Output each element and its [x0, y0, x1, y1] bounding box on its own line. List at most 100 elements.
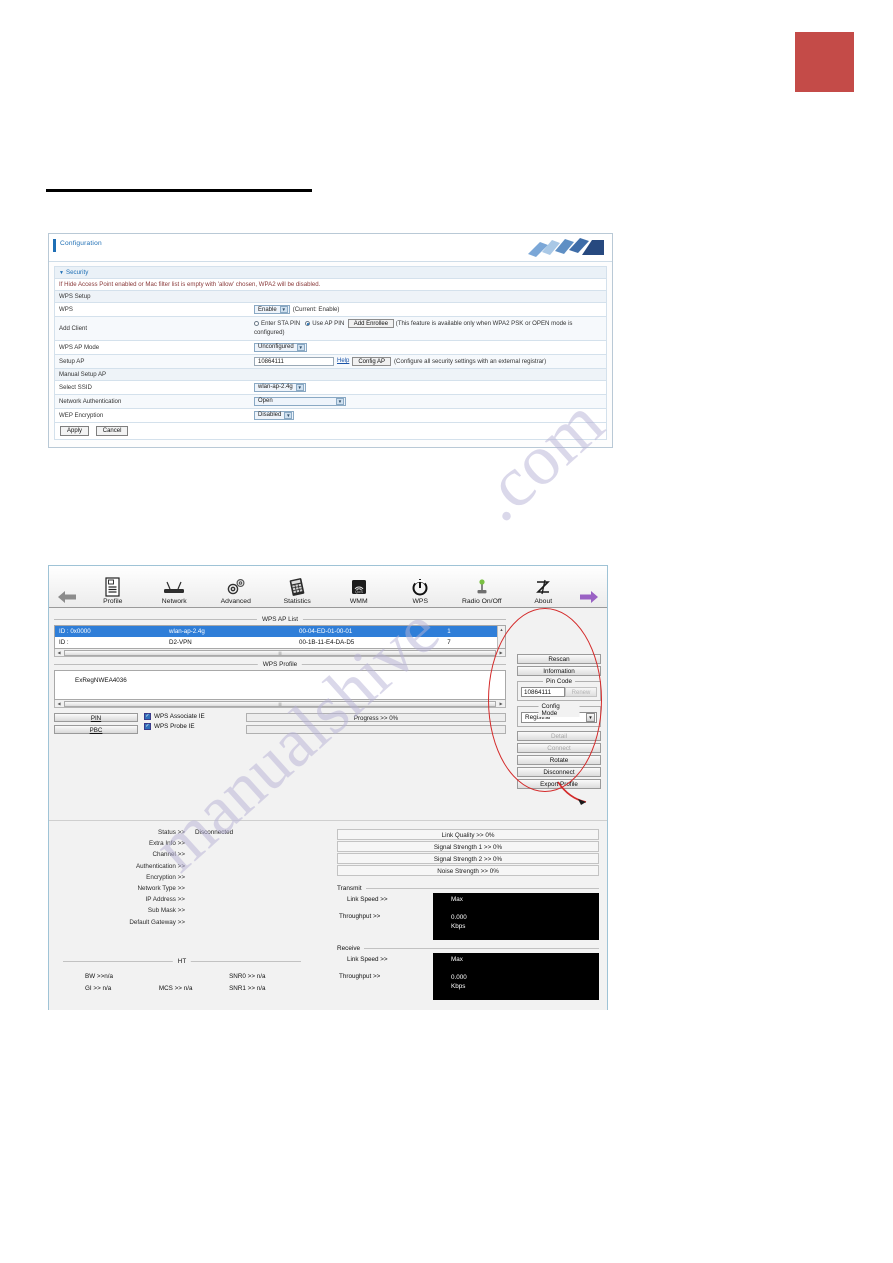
disconnect-button[interactable]: Disconnect: [517, 767, 601, 777]
information-button[interactable]: Information: [517, 666, 601, 676]
radio-enter-sta-pin[interactable]: [254, 321, 259, 326]
profile-horizontal-scrollbar[interactable]: ◀ ||| ▶: [54, 700, 506, 708]
tab-statistics-label: Statistics: [283, 598, 311, 605]
gears-icon: [205, 575, 267, 597]
receive-legend: Receive: [337, 945, 365, 952]
ht-legend: HT: [172, 958, 192, 965]
pin-code-input[interactable]: 10864111: [521, 687, 565, 697]
label-wps: WPS: [59, 306, 73, 313]
tab-profile[interactable]: Profile: [82, 575, 144, 606]
tab-statistics[interactable]: Statistics: [267, 575, 329, 606]
row-wep-encryption: WEP Encryption Disabled ▼: [54, 408, 607, 423]
receive-link-speed-label: Link Speed >>: [347, 956, 388, 963]
add-enrollee-button[interactable]: Add Enrollee: [347, 319, 395, 328]
tab-wps[interactable]: WPS: [390, 575, 452, 606]
chevron-down-icon: ▼: [284, 411, 293, 419]
select-ssid-select[interactable]: wlan-ap-2.4g ▼: [254, 382, 306, 392]
ap-list-fieldset: WPS AP List: [54, 616, 506, 623]
checkbox-probe-ie-row[interactable]: ✓ WPS Probe IE: [144, 723, 240, 730]
scroll-left-icon[interactable]: ◀: [55, 701, 63, 706]
wps-current-hint: (Current: Enable): [292, 306, 340, 313]
pin-button[interactable]: PIN: [54, 713, 138, 722]
rotate-button[interactable]: Rotate: [517, 755, 601, 765]
tab-advanced[interactable]: Advanced: [205, 575, 267, 606]
wps-ap-mode-select[interactable]: Unconfigured ▼: [254, 342, 307, 352]
wps-profile-list[interactable]: ExRegNWEA4036: [54, 670, 506, 700]
progress-bar-secondary: [246, 725, 506, 734]
horizontal-rule: [46, 189, 312, 192]
toolbar-back-arrow[interactable]: [52, 583, 82, 606]
group-wps-setup: WPS Setup: [54, 291, 607, 303]
checkbox-icon[interactable]: ✓: [144, 713, 151, 720]
ht-gi: GI >> n/a: [85, 985, 112, 992]
label-select-ssid: Select SSID: [59, 383, 92, 391]
status-line: Encryption >>: [57, 874, 307, 881]
scroll-thumb[interactable]: |||: [64, 700, 496, 707]
tab-network[interactable]: Network: [144, 575, 206, 606]
scroll-right-icon[interactable]: ▶: [497, 701, 505, 706]
security-notice: If Hide Access Point enabled or Mac filt…: [54, 279, 607, 291]
status-value: Disconnected: [195, 829, 234, 836]
scroll-up-icon[interactable]: ▲: [498, 626, 505, 633]
status-key: IP Address >>: [145, 896, 185, 904]
ht-grid: BW >>n/a SNR0 >> n/a GI >> n/a MCS >> n/…: [63, 973, 303, 997]
ap-channel: 7: [447, 639, 451, 646]
chart-icon: [267, 575, 329, 597]
list-item[interactable]: ExRegNWEA4036: [55, 671, 505, 684]
progress-area: Progress >> 0%: [246, 713, 506, 737]
receive-throughput-label: Throughput >>: [339, 973, 381, 980]
security-section-label: Security: [65, 269, 89, 276]
ap-list-horizontal-scrollbar[interactable]: ◀ ||| ▶: [54, 649, 506, 657]
status-line: Authentication >>: [57, 863, 307, 870]
label-wep-encryption: WEP Encryption: [59, 411, 104, 419]
row-wps: WPS Enable ▼ (Current: Enable): [54, 303, 607, 317]
scroll-thumb[interactable]: |||: [64, 649, 496, 656]
tab-wmm[interactable]: QoS WMM: [328, 575, 390, 606]
ap-ssid: wlan-ap-2.4g: [169, 628, 205, 635]
checkbox-icon[interactable]: ✓: [144, 723, 151, 730]
help-link[interactable]: Help: [337, 358, 349, 364]
network-authentication-select[interactable]: Open ▼: [254, 396, 346, 406]
wps-utility-window: Profile Network Advanced Statistics QoS …: [48, 565, 608, 1010]
tab-radio-on-off[interactable]: Radio On/Off: [451, 575, 513, 606]
wep-encryption-select[interactable]: Disabled ▼: [254, 410, 295, 420]
tab-wmm-label: WMM: [349, 598, 368, 605]
status-right-column: Link Quality >> 0% Signal Strength 1 >> …: [337, 829, 599, 1000]
wps-controls-row: PIN PBC ✓ WPS Associate IE ✓ WPS Probe I…: [54, 713, 506, 737]
toolbar-forward-arrow[interactable]: [574, 583, 604, 606]
wps-ap-list[interactable]: ID : 0x0000 wlan-ap-2.4g 00-04-ED-01-00-…: [54, 625, 506, 649]
config-ap-button[interactable]: Config AP: [352, 356, 392, 366]
ht-snr1: SNR1 >> n/a: [229, 985, 266, 992]
checkbox-associate-ie-row[interactable]: ✓ WPS Associate IE: [144, 713, 240, 720]
rescan-button[interactable]: Rescan: [517, 654, 601, 664]
security-section-header[interactable]: ▼ Security: [54, 266, 607, 279]
setup-ap-pin-input[interactable]: 10864111: [254, 356, 334, 366]
signature-icon: [513, 575, 575, 597]
chevron-down-icon: ▼: [295, 383, 304, 391]
ap-list-legend: WPS AP List: [256, 616, 304, 623]
ht-fieldset: HT: [63, 958, 301, 965]
header-graphic: [528, 238, 604, 257]
scroll-right-icon[interactable]: ▶: [497, 650, 505, 655]
scroll-left-icon[interactable]: ◀: [55, 650, 63, 655]
table-row[interactable]: ID : 0x0000 wlan-ap-2.4g 00-04-ED-01-00-…: [55, 626, 505, 637]
status-key: Extra Info >>: [148, 840, 185, 848]
ap-list-vertical-scrollbar[interactable]: ▲: [497, 626, 505, 648]
apply-button[interactable]: Apply: [60, 425, 90, 436]
transmit-value: 0.000: [451, 914, 467, 921]
label-add-client: Add Client: [59, 324, 88, 332]
transmit-link-speed-label: Link Speed >>: [347, 896, 388, 903]
wps-enable-select[interactable]: Enable ▼: [254, 305, 290, 314]
tab-about[interactable]: About: [513, 575, 575, 606]
table-row[interactable]: ID : D2-VPN 00-1B-11-E4-DA-D5 7: [55, 637, 505, 648]
back-arrow-icon: [52, 583, 82, 605]
status-left-column: Status >> Disconnected Extra Info >> Chan…: [57, 829, 307, 930]
export-profile-button[interactable]: Export Profile: [517, 779, 601, 789]
radio-use-ap-pin[interactable]: [305, 321, 311, 326]
cancel-button[interactable]: Cancel: [95, 425, 129, 436]
pbc-button[interactable]: PBC: [54, 725, 138, 734]
add-client-hint: (This feature is available only when WPA…: [254, 320, 573, 337]
ap-channel: 1: [447, 628, 451, 635]
form-actions: Apply Cancel: [54, 422, 607, 440]
wps-ie-checkboxes: ✓ WPS Associate IE ✓ WPS Probe IE: [144, 713, 240, 733]
